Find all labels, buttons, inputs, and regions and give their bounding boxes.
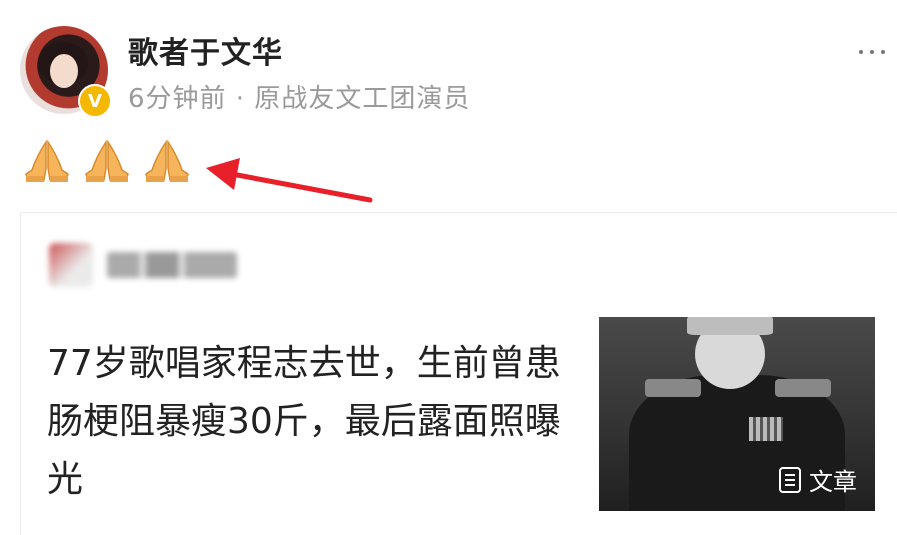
post-meta: 6分钟前 · 原战友文工团演员 [128, 84, 471, 114]
article-source-blurred [49, 243, 237, 287]
post-text-emojis [22, 138, 192, 184]
thumb-shoulder-right [775, 379, 831, 397]
article-type-tag: 文章 [779, 462, 857, 497]
thumb-cap [687, 317, 773, 335]
pray-icon [85, 139, 129, 182]
avatar-face [50, 54, 78, 88]
verified-badge-icon: V [78, 84, 112, 118]
document-icon [779, 466, 801, 493]
article-thumbnail[interactable]: 文章 [599, 317, 875, 511]
author-name[interactable]: 歌者于文华 [128, 28, 283, 72]
thumb-shoulder-left [645, 379, 701, 397]
more-options-icon[interactable] [859, 46, 889, 58]
thumb-medals [749, 417, 783, 441]
pray-icon [145, 139, 189, 182]
source-name-blurred [107, 252, 237, 278]
pray-icon [25, 139, 69, 182]
shared-article-card[interactable]: 77岁歌唱家程志去世，生前曾患肠梗阻暴瘦30斤，最后露面照曝光 文章 [20, 212, 897, 535]
article-type-label: 文章 [809, 468, 857, 496]
article-headline[interactable]: 77岁歌唱家程志去世，生前曾患肠梗阻暴瘦30斤，最后露面照曝光 [47, 335, 567, 509]
source-logo-icon [49, 243, 93, 287]
